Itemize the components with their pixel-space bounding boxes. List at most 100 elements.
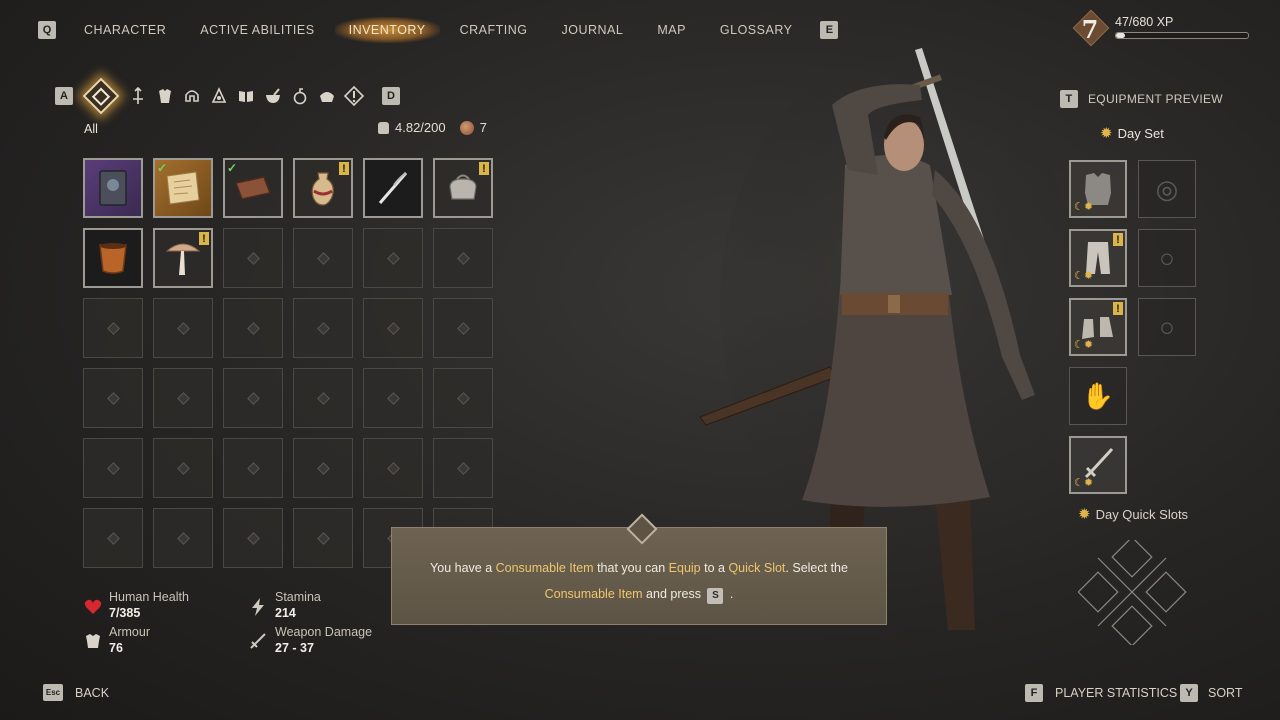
empty-slot[interactable] [153,438,213,498]
player-statistics-button[interactable]: F PLAYER STATISTICS [1025,684,1177,702]
empty-slot[interactable] [293,508,353,568]
health-stat: Human Health 7/385 [109,590,189,620]
next-tab-key[interactable]: E [820,21,839,39]
tab-crafting[interactable]: CRAFTING [460,23,528,37]
amulet-slot-icon: ◎ [1155,173,1179,204]
warning-icon: ! [479,162,489,175]
empty-slot[interactable] [363,438,423,498]
equip-slot-feet[interactable]: ! ☾✹ [1069,298,1127,356]
prev-tab-key[interactable]: Q [38,21,56,39]
tab-map[interactable]: MAP [657,23,686,37]
books-icon[interactable] [233,83,259,109]
quick-slot-bottom[interactable] [1111,605,1153,645]
tab-character[interactable]: CHARACTER [84,23,166,37]
sword-icon [249,632,267,650]
ring-slot-icon: ○ [1159,311,1175,342]
empty-slot[interactable] [363,298,423,358]
sort-button[interactable]: Y SORT [1180,684,1243,702]
day-set-label[interactable]: ✹ Day Set [1100,124,1164,142]
empty-slot[interactable] [83,368,143,428]
empty-slot[interactable] [223,508,283,568]
coin-purse-item-icon [449,174,477,200]
coin-icon [459,120,474,135]
empty-slot[interactable] [223,438,283,498]
tab-journal[interactable]: JOURNAL [561,23,623,37]
inventory-slot[interactable] [363,158,423,218]
empty-slot[interactable] [363,368,423,428]
equip-slot-legs[interactable]: ! ☾✹ [1069,229,1127,287]
empty-slot[interactable] [223,228,283,288]
equipment-preview-header: T EQUIPMENT PREVIEW [1060,90,1223,108]
empty-slot[interactable] [83,298,143,358]
warning-icon: ! [199,232,209,245]
quick-slots-wheel[interactable] [1078,540,1188,645]
equip-slot-amulet[interactable]: ◎ [1138,160,1196,218]
inventory-slot[interactable] [83,228,143,288]
food-icon[interactable] [314,83,340,109]
helmet-icon[interactable] [179,83,205,109]
empty-slot[interactable] [293,368,353,428]
weapons-icon[interactable] [125,83,151,109]
empty-slot[interactable] [293,438,353,498]
empty-slot[interactable] [293,228,353,288]
equip-slot-weapon[interactable]: ☾✹ [1069,436,1127,494]
map-scroll-item-icon [166,171,200,205]
empty-slot[interactable] [83,508,143,568]
empty-slot[interactable] [363,228,423,288]
inventory-slot[interactable] [83,158,143,218]
coin-count: 7 [479,120,487,135]
equip-slot-body[interactable]: ☾✹ [1069,160,1127,218]
empty-slot[interactable] [153,368,213,428]
prev-category-key[interactable]: A [55,87,73,105]
next-category-key[interactable]: D [382,87,400,105]
leather-book-item-icon [234,176,272,200]
empty-slot[interactable] [433,438,493,498]
tab-active-abilities[interactable]: ACTIVE ABILITIES [200,23,314,37]
tools-icon[interactable] [206,83,232,109]
empty-slot[interactable] [293,298,353,358]
inventory-slot[interactable]: ! [293,158,353,218]
equip-slot-ring-1[interactable]: ○ [1138,229,1196,287]
all-items-icon[interactable] [82,77,120,115]
empty-slot[interactable] [83,438,143,498]
equipment-preview-title: EQUIPMENT PREVIEW [1088,92,1223,106]
tooltip-line-2: Consumable Item and press S . [392,587,886,604]
tab-glossary[interactable]: GLOSSARY [720,23,793,37]
equipment-preview-key[interactable]: T [1060,90,1078,108]
empty-slot[interactable] [433,368,493,428]
empty-slot[interactable] [153,508,213,568]
known-check-icon: ✓ [157,161,168,175]
quick-slot-left[interactable] [1078,571,1119,613]
empty-slot[interactable] [223,298,283,358]
player-stats-summary: Human Health 7/385 Armour 76 Stamina 214 We… [84,590,404,660]
tab-inventory[interactable]: INVENTORY [334,17,440,43]
y-key: Y [1180,684,1198,702]
level-number: 7 [1081,15,1099,44]
mushroom-item-icon [165,243,201,275]
quick-slots-text: Day Quick Slots [1095,506,1189,522]
tooltip-emblem-icon [626,513,658,545]
empty-slot[interactable] [153,298,213,358]
quick-slot-top[interactable] [1111,540,1153,578]
armour-icon[interactable] [152,83,178,109]
empty-slot[interactable] [433,228,493,288]
back-button[interactable]: Esc BACK [43,684,109,701]
sun-icon: ✹ [1078,506,1091,523]
equip-slot-hands[interactable]: ✋ [1069,367,1127,425]
inventory-grid: ✓ ✓ ! ! ! [83,158,493,568]
quick-slot-right[interactable] [1145,571,1187,613]
quill-item-icon [378,172,408,204]
inventory-slot[interactable]: ! [153,228,213,288]
inventory-slot[interactable]: ✓ [153,158,213,218]
ring-slot-icon: ○ [1159,242,1175,273]
bomb-icon[interactable] [287,83,313,109]
empty-slot[interactable] [223,368,283,428]
mortar-icon[interactable] [260,83,286,109]
inventory-slot[interactable]: ✓ [223,158,283,218]
inventory-slot[interactable]: ! [433,158,493,218]
alert-icon[interactable] [341,83,367,109]
known-check-icon: ✓ [227,161,238,175]
equip-slot-ring-2[interactable]: ○ [1138,298,1196,356]
empty-slot[interactable] [433,298,493,358]
carry-info: 4.82/200 7 [378,120,487,135]
